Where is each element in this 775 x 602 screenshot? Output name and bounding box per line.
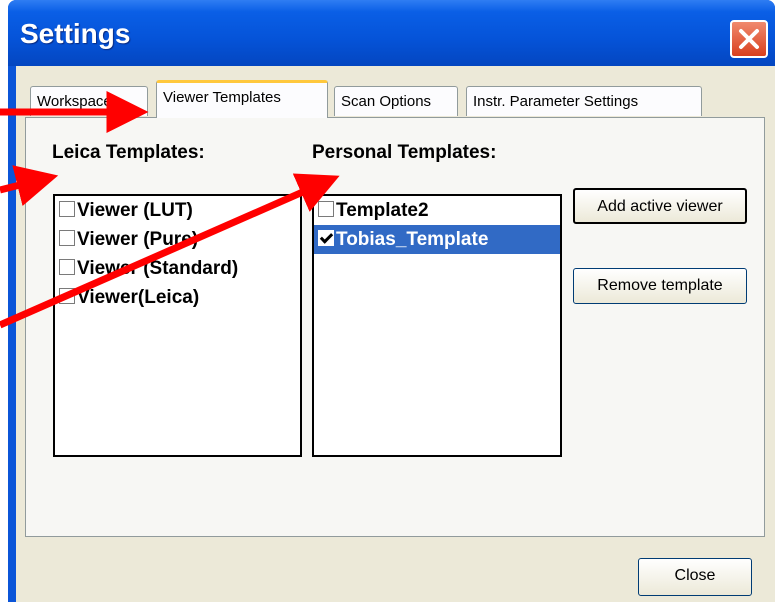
list-item[interactable]: Viewer (Pure) xyxy=(55,225,300,254)
checkbox-checked[interactable] xyxy=(318,229,334,246)
personal-templates-list[interactable]: Template2 Tobias_Template xyxy=(312,194,562,457)
tab-scan-options[interactable]: Scan Options xyxy=(334,86,458,116)
checkbox[interactable] xyxy=(59,229,75,246)
list-item[interactable]: Viewer(Leica) xyxy=(55,283,300,312)
checkbox[interactable] xyxy=(59,200,75,217)
tab-workspace[interactable]: Workspace xyxy=(30,86,148,116)
close-window-button[interactable] xyxy=(730,20,768,58)
checkbox[interactable] xyxy=(59,258,75,275)
settings-window: Settings Workspace Viewer Templates Scan… xyxy=(8,0,775,602)
tab-instr-parameter-settings[interactable]: Instr. Parameter Settings xyxy=(466,86,702,116)
dialog-client-area: Workspace Viewer Templates Scan Options … xyxy=(16,66,775,602)
tab-label: Instr. Parameter Settings xyxy=(473,93,639,110)
tab-viewer-templates[interactable]: Viewer Templates xyxy=(156,80,328,118)
list-item-label: Viewer (Pure) xyxy=(77,229,199,250)
list-item-selected[interactable]: Tobias_Template xyxy=(314,225,560,254)
close-icon xyxy=(739,29,759,49)
viewer-templates-panel: Leica Templates: Personal Templates: Vie… xyxy=(25,117,765,537)
list-item[interactable]: Viewer (Standard) xyxy=(55,254,300,283)
add-active-viewer-button[interactable]: Add active viewer xyxy=(573,188,747,224)
tab-label: Workspace xyxy=(37,93,112,110)
tab-label: Scan Options xyxy=(341,93,432,110)
list-item[interactable]: Viewer (LUT) xyxy=(55,196,300,225)
list-item-label: Viewer (Standard) xyxy=(77,258,239,279)
checkbox[interactable] xyxy=(59,287,75,304)
leica-templates-label: Leica Templates: xyxy=(52,142,205,163)
list-item-label: Viewer (LUT) xyxy=(77,200,193,221)
list-item-label: Viewer(Leica) xyxy=(77,287,200,308)
list-item-label: Tobias_Template xyxy=(336,229,489,250)
checkbox[interactable] xyxy=(318,200,334,217)
leica-templates-list[interactable]: Viewer (LUT) Viewer (Pure) Viewer (Stand… xyxy=(53,194,302,457)
window-title: Settings xyxy=(20,18,131,49)
remove-template-button[interactable]: Remove template xyxy=(573,268,747,304)
personal-templates-label: Personal Templates: xyxy=(312,142,497,163)
list-item-label: Template2 xyxy=(336,200,429,221)
list-item[interactable]: Template2 xyxy=(314,196,560,225)
close-button[interactable]: Close xyxy=(638,558,752,596)
tab-label: Viewer Templates xyxy=(163,89,281,106)
title-bar[interactable]: Settings xyxy=(8,0,775,66)
